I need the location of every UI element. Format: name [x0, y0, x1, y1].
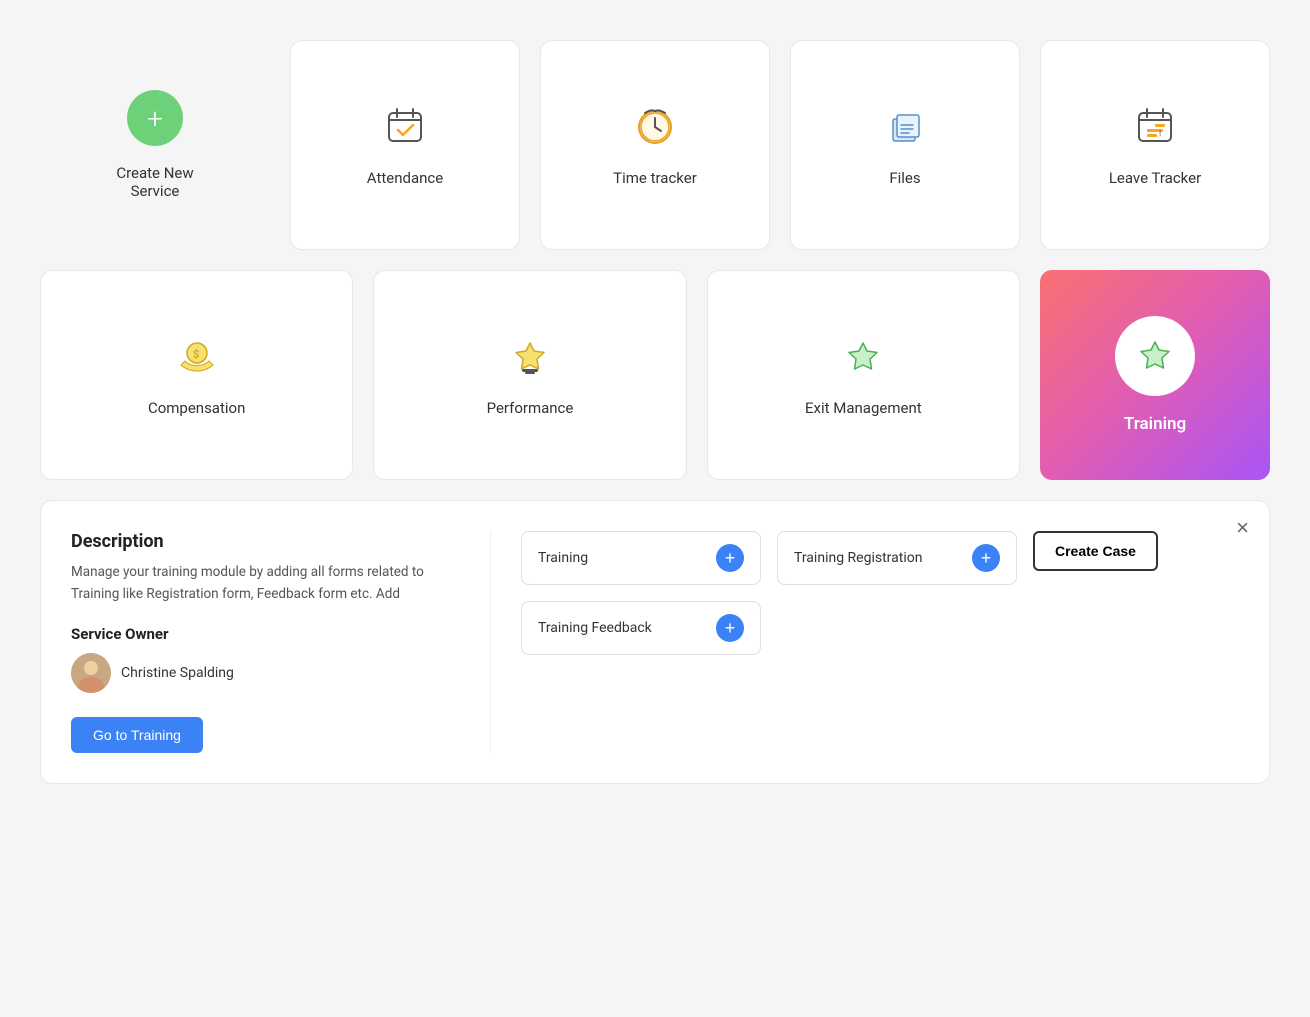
detail-panel: × Description Manage your training modul… [40, 500, 1270, 784]
training-feedback-add-button[interactable]: + [716, 614, 744, 642]
time-tracker-card[interactable]: Time tracker [540, 40, 770, 250]
svg-text:!: ! [1159, 129, 1161, 138]
training-form-label: Training [538, 550, 588, 566]
training-registration-form-item[interactable]: Training Registration + [777, 531, 1017, 585]
leave-tracker-label: Leave Tracker [1109, 169, 1201, 187]
training-label: Training [1124, 414, 1186, 434]
owner-name: Christine Spalding [121, 665, 234, 681]
compensation-label: Compensation [148, 399, 245, 417]
plus-icon: + [127, 90, 183, 146]
forms-row1: Training + Training Registration + Creat… [521, 531, 1239, 585]
files-icon [881, 103, 929, 151]
files-card[interactable]: Files [790, 40, 1020, 250]
leave-tracker-card[interactable]: ! Leave Tracker [1040, 40, 1270, 250]
training-form-item[interactable]: Training + [521, 531, 761, 585]
detail-description: Manage your training module by adding al… [71, 562, 460, 605]
files-label: Files [889, 169, 920, 187]
create-new-service-card[interactable]: + Create NewService [40, 40, 270, 250]
training-feedback-form-item[interactable]: Training Feedback + [521, 601, 761, 655]
create-case-button[interactable]: Create Case [1033, 531, 1158, 571]
detail-left-section: Description Manage your training module … [71, 531, 491, 753]
service-owner-title: Service Owner [71, 625, 460, 643]
forms-row2: Training Feedback + [521, 601, 1239, 655]
detail-right-section: Training + Training Registration + Creat… [491, 531, 1239, 753]
owner-avatar [71, 653, 111, 693]
exit-management-card[interactable]: Exit Management [707, 270, 1020, 480]
training-feedback-label: Training Feedback [538, 620, 652, 636]
performance-label: Performance [487, 399, 574, 417]
detail-title: Description [71, 531, 460, 552]
row2-grid: $ Compensation Performance Exit Manageme… [40, 270, 1270, 480]
attendance-icon [381, 103, 429, 151]
clock-icon [631, 103, 679, 151]
attendance-label: Attendance [367, 169, 443, 187]
close-button[interactable]: × [1236, 517, 1249, 539]
training-icon-circle [1115, 316, 1195, 396]
create-new-service-label: Create NewService [116, 164, 193, 200]
compensation-icon: $ [173, 333, 221, 381]
attendance-card[interactable]: Attendance [290, 40, 520, 250]
exit-management-label: Exit Management [805, 399, 922, 417]
training-registration-label: Training Registration [794, 550, 922, 566]
training-card[interactable]: Training [1040, 270, 1270, 480]
goto-training-button[interactable]: Go to Training [71, 717, 203, 753]
compensation-card[interactable]: $ Compensation [40, 270, 353, 480]
leave-tracker-icon: ! [1131, 103, 1179, 151]
performance-icon [506, 333, 554, 381]
row1-grid: + Create NewService Attendance [40, 40, 1270, 250]
training-registration-add-button[interactable]: + [972, 544, 1000, 572]
svg-text:$: $ [193, 348, 199, 361]
owner-row: Christine Spalding [71, 653, 460, 693]
time-tracker-label: Time tracker [613, 169, 697, 187]
exit-management-icon [839, 333, 887, 381]
performance-card[interactable]: Performance [373, 270, 686, 480]
training-add-button[interactable]: + [716, 544, 744, 572]
